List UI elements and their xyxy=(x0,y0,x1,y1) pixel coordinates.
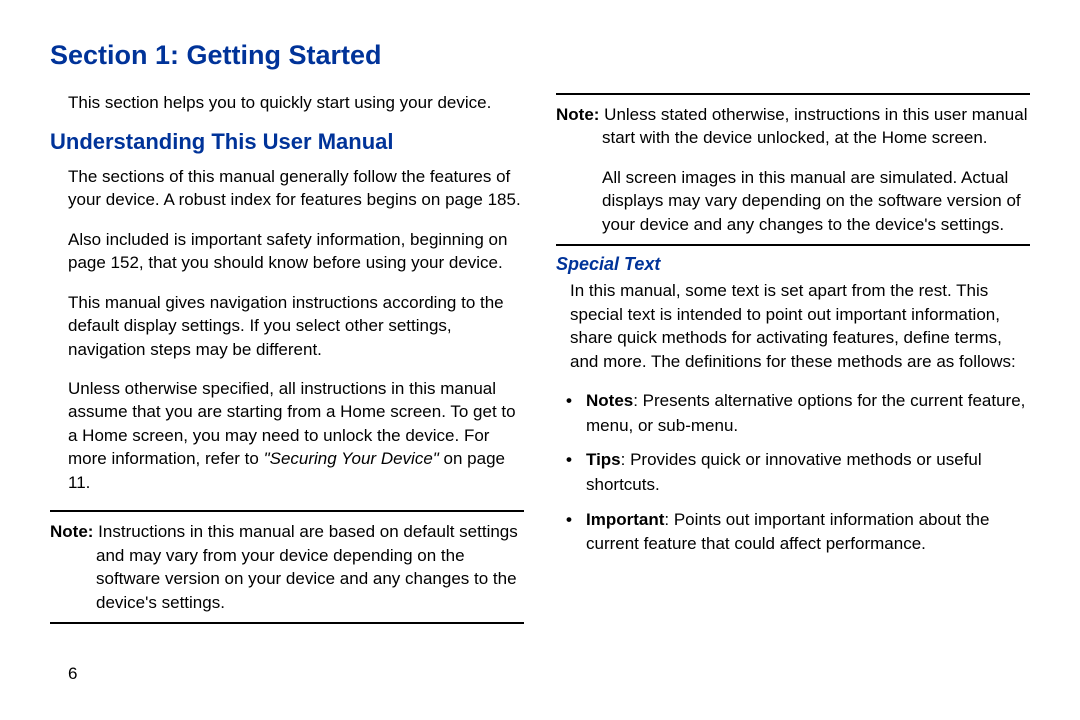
note-continuation: All screen images in this manual are sim… xyxy=(556,166,1030,236)
bullet-term: Tips xyxy=(586,450,621,469)
body-paragraph: This manual gives navigation instruction… xyxy=(68,291,524,361)
bullet-term: Important xyxy=(586,510,664,529)
rule-divider xyxy=(556,93,1030,95)
body-paragraph: Also included is important safety inform… xyxy=(68,228,524,275)
note-block: Note: Instructions in this manual are ba… xyxy=(50,520,524,614)
list-item: Notes: Presents alternative options for … xyxy=(560,389,1030,438)
bullet-text: : Provides quick or innovative methods o… xyxy=(586,450,982,494)
rule-divider xyxy=(50,510,524,512)
body-paragraph: In this manual, some text is set apart f… xyxy=(570,279,1030,373)
section-title: Section 1: Getting Started xyxy=(50,40,1030,71)
page-number: 6 xyxy=(68,664,77,684)
cross-reference: "Securing Your Device" xyxy=(264,449,439,468)
rule-divider xyxy=(50,622,524,624)
bullet-text: : Presents alternative options for the c… xyxy=(586,391,1025,435)
bullet-list: Notes: Presents alternative options for … xyxy=(560,389,1030,557)
sub-subsection-heading: Special Text xyxy=(556,254,1030,275)
right-column: Note: Unless stated otherwise, instructi… xyxy=(556,91,1030,632)
left-column: This section helps you to quickly start … xyxy=(50,91,524,632)
list-item: Tips: Provides quick or innovative metho… xyxy=(560,448,1030,497)
bullet-term: Notes xyxy=(586,391,633,410)
note-label: Note: xyxy=(556,105,604,124)
note-label: Note: xyxy=(50,522,98,541)
subsection-heading: Understanding This User Manual xyxy=(50,129,524,155)
manual-page: Section 1: Getting Started This section … xyxy=(0,0,1080,720)
intro-paragraph: This section helps you to quickly start … xyxy=(68,91,524,115)
note-text: Instructions in this manual are based on… xyxy=(96,522,518,611)
note-text: Unless stated otherwise, instructions in… xyxy=(602,105,1027,147)
body-paragraph: The sections of this manual generally fo… xyxy=(68,165,524,212)
list-item: Important: Points out important informat… xyxy=(560,508,1030,557)
two-column-layout: This section helps you to quickly start … xyxy=(50,91,1030,632)
note-block: Note: Unless stated otherwise, instructi… xyxy=(556,103,1030,150)
body-paragraph: Unless otherwise specified, all instruct… xyxy=(68,377,524,494)
rule-divider xyxy=(556,244,1030,246)
